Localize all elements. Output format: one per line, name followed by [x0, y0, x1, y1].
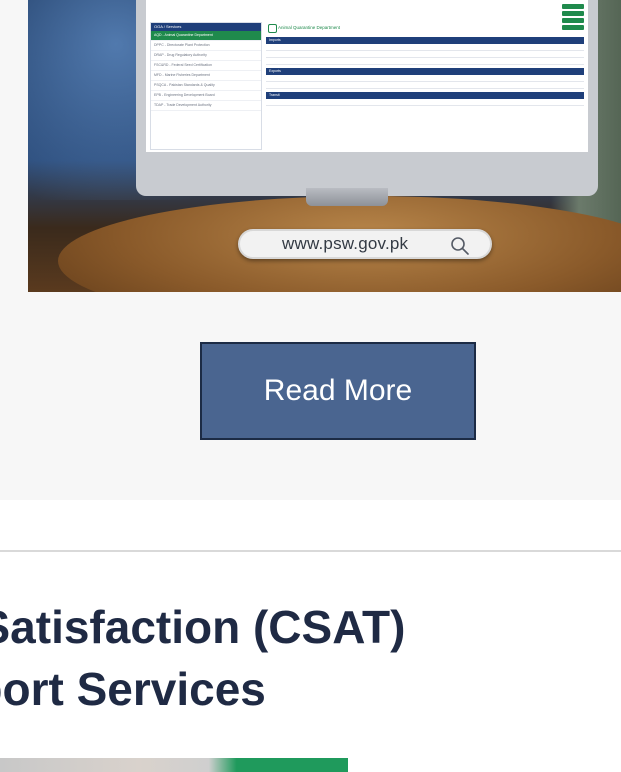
- read-more-button[interactable]: Read More: [200, 342, 476, 440]
- screen-action-button: [562, 25, 584, 30]
- url-bar: www.psw.gov.pk: [238, 229, 492, 259]
- next-article-image: [0, 758, 348, 772]
- screen-sidebar-item: TDAP - Trade Development Authority: [151, 101, 261, 111]
- section-heading-line: Email Support Services: [0, 663, 266, 715]
- url-text: www.psw.gov.pk: [282, 234, 409, 253]
- screen-band-imports: Imports: [266, 37, 584, 44]
- screen-sidebar-item: AQD - Animal Quarantine Department: [151, 31, 261, 41]
- screen-sidebar-item: DPPC - Directorate Plant Protection: [151, 41, 261, 51]
- screen-table-row: [266, 51, 584, 58]
- section-heading: Customer Satisfaction (CSAT) Email Suppo…: [0, 596, 405, 720]
- screen-department-title: Animal Quarantine Department: [266, 22, 584, 34]
- screen-sidebar-item: PSQCA - Pakistan Standards & Quality: [151, 81, 261, 91]
- screen-action-buttons: [562, 4, 584, 32]
- screen-action-button: [562, 18, 584, 23]
- screen-table-row: [266, 44, 584, 51]
- monitor-screen: OGA / Services AQD - Animal Quarantine D…: [146, 0, 588, 152]
- screen-band-exports: Exports: [266, 68, 584, 75]
- screen-table-row: [266, 58, 584, 65]
- search-icon: [451, 237, 469, 255]
- hero-section: OGA / Services AQD - Animal Quarantine D…: [0, 0, 621, 500]
- section-divider: [0, 550, 621, 552]
- psw-promo-image: OGA / Services AQD - Animal Quarantine D…: [28, 0, 621, 292]
- screen-sidebar-item: DRAP - Drug Regulatory Authority: [151, 51, 261, 61]
- section-heading-line: Customer Satisfaction (CSAT): [0, 601, 406, 653]
- monitor: OGA / Services AQD - Animal Quarantine D…: [136, 0, 598, 196]
- screen-action-button: [562, 11, 584, 16]
- screen-sidebar-title: OGA / Services: [151, 23, 261, 31]
- screen-sidebar: OGA / Services AQD - Animal Quarantine D…: [150, 22, 262, 150]
- screen-sidebar-item: EPB - Engineering Development Board: [151, 91, 261, 101]
- monitor-stand: [306, 188, 388, 206]
- screen-table-row: [266, 82, 584, 89]
- screen-table-row: [266, 75, 584, 82]
- screen-action-button: [562, 4, 584, 9]
- screen-main: Animal Quarantine Department Imports Exp…: [266, 22, 584, 148]
- section-heading-container: Customer Satisfaction (CSAT) Email Suppo…: [0, 596, 621, 726]
- screen-sidebar-item: MFD - Marine Fisheries Department: [151, 71, 261, 81]
- screen-sidebar-item: FSC&RD - Federal Seed Certification: [151, 61, 261, 71]
- screen-table-row: [266, 99, 584, 106]
- screen-band-transit: Transit: [266, 92, 584, 99]
